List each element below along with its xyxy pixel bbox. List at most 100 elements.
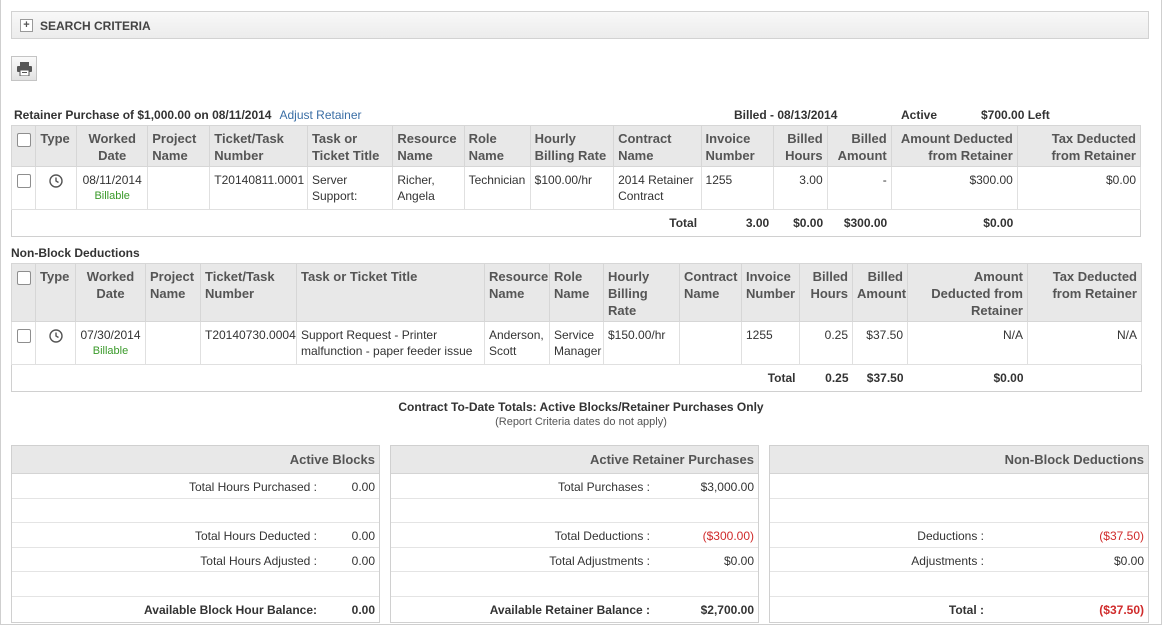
row-checkbox[interactable] [16, 328, 31, 343]
col-contract-name[interactable]: Contract Name [679, 263, 742, 322]
ticket-number-cell[interactable]: T20140811.0001 [209, 166, 308, 210]
col-resource-name[interactable]: Resource Name [392, 125, 465, 167]
col-tax-deducted[interactable]: Tax Deducted from Retainer [1027, 263, 1142, 322]
hours-adjusted-label: Total Hours Adjusted : [200, 553, 317, 568]
select-all-cell[interactable] [11, 263, 36, 322]
select-all-cell[interactable] [10, 125, 37, 167]
panel-row: Total Deductions : ($300.00) [391, 523, 758, 548]
col-billed-amount[interactable]: Billed Amount [852, 263, 908, 322]
printer-icon [17, 62, 32, 76]
col-task-title[interactable]: Task or Ticket Title [306, 125, 394, 167]
hours-deducted-label: Total Hours Deducted : [194, 529, 317, 543]
col-ticket-number[interactable]: Ticket/Task Number [200, 263, 297, 322]
retainer-title: Retainer Purchase of $1,000.00 on 08/11/… [14, 108, 362, 122]
col-project-name[interactable]: Project Name [145, 263, 201, 322]
ticket-number-cell[interactable]: T20140730.0004 [200, 321, 297, 365]
print-button[interactable] [11, 56, 37, 81]
nonblock-total-value: ($37.50) [1099, 602, 1144, 617]
search-criteria-title[interactable]: SEARCH CRITERIA [40, 19, 151, 33]
search-criteria-bar[interactable]: + SEARCH CRITERIA [11, 11, 1149, 39]
table-row: 07/30/2014 Billable T20140730.0004 Suppor… [11, 321, 1142, 365]
expand-icon[interactable]: + [20, 19, 33, 32]
table-row: 08/11/2014 Billable T20140811.0001 Server… [10, 166, 1142, 210]
total-deductions-label: Total Deductions : [554, 529, 650, 543]
panel-row-empty [12, 572, 379, 597]
col-task-title[interactable]: Task or Ticket Title [296, 263, 485, 322]
panel-row: Total Hours Purchased : 0.00 [12, 474, 379, 499]
col-invoice-number[interactable]: Invoice Number [700, 125, 774, 167]
retainer-balance-value: $2,700.00 [700, 602, 754, 617]
row-select-cell[interactable] [10, 166, 37, 210]
col-hourly-rate[interactable]: Hourly Billing Rate [603, 263, 680, 322]
task-title-cell: Support Request - Printer malfunction - … [296, 321, 485, 365]
col-ticket-number[interactable]: Ticket/Task Number [209, 125, 308, 167]
col-worked-date[interactable]: Worked Date [75, 263, 146, 322]
total-purchases-label: Total Purchases : [557, 480, 650, 494]
contract-cell [679, 321, 742, 365]
tax-deducted-cell: $0.00 [1016, 166, 1142, 210]
nonblock-totals-panel: Non-Block Deductions Deductions : ($37.5… [769, 445, 1149, 623]
retainer-purchases-panel: Active Retainer Purchases Total Purchase… [390, 445, 759, 623]
panel-row-empty [391, 572, 758, 597]
nonblock-table: Type Worked Date Project Name Ticket/Tas… [11, 263, 1142, 392]
worked-date: 08/11/2014 [82, 173, 142, 187]
select-all-checkbox[interactable] [16, 132, 31, 147]
col-type[interactable]: Type [35, 125, 78, 167]
invoice-cell: 1255 [741, 321, 800, 365]
total-label: Total [11, 209, 702, 237]
active-blocks-header: Active Blocks [12, 446, 379, 474]
retainer-purchases-header: Active Retainer Purchases [391, 446, 758, 474]
col-amount-deducted[interactable]: Amount Deducted from Retainer [890, 125, 1018, 167]
row-checkbox[interactable] [16, 173, 31, 188]
total-tax: $0.00 [891, 209, 1018, 237]
billable-label: Billable [92, 345, 129, 357]
block-balance-value: 0.00 [351, 602, 375, 617]
col-type[interactable]: Type [35, 263, 76, 322]
adjustments-label: Adjustments : [911, 553, 984, 568]
panel-row: Total : ($37.50) [770, 597, 1148, 622]
invoice-cell: 1255 [700, 166, 774, 210]
total-deducted: $0.00 [907, 364, 1028, 392]
col-resource-name[interactable]: Resource Name [484, 263, 550, 322]
col-role-name[interactable]: Role Name [463, 125, 531, 167]
contract-cell: 2014 Retainer Contract [613, 166, 702, 210]
adjust-retainer-link[interactable]: Adjust Retainer [279, 108, 361, 122]
col-worked-date[interactable]: Worked Date [76, 125, 149, 167]
col-contract-name[interactable]: Contract Name [613, 125, 702, 167]
total-adjustments-label: Total Adjustments : [549, 553, 650, 568]
row-select-cell[interactable] [11, 321, 36, 365]
hours-deducted-value: 0.00 [351, 529, 375, 543]
col-tax-deducted[interactable]: Tax Deducted from Retainer [1016, 125, 1142, 167]
total-tax-empty [1027, 364, 1142, 392]
total-deductions-value: ($300.00) [702, 529, 754, 543]
retainer-table: Type Worked Date Project Name Ticket/Tas… [10, 125, 1142, 237]
panel-row-empty [391, 499, 758, 523]
role-cell: Technician [463, 166, 531, 210]
panel-row-empty [770, 572, 1148, 597]
worked-date: 07/30/2014 [80, 328, 141, 342]
col-hourly-rate[interactable]: Hourly Billing Rate [529, 125, 615, 167]
retainer-status: Active [901, 108, 938, 122]
total-hours: 0.25 [799, 364, 853, 392]
col-project-name[interactable]: Project Name [147, 125, 211, 167]
amount-deducted-cell: $300.00 [890, 166, 1018, 210]
panel-row: Total Hours Deducted : 0.00 [12, 523, 379, 548]
select-all-checkbox[interactable] [16, 270, 31, 285]
col-amount-deducted[interactable]: Amount Deducted from Retainer [907, 263, 1028, 322]
col-role-name[interactable]: Role Name [549, 263, 604, 322]
col-billed-hours[interactable]: Billed Hours [772, 125, 828, 167]
panel-row-empty [12, 499, 379, 523]
total-amount: $37.50 [852, 364, 908, 392]
col-billed-amount[interactable]: Billed Amount [826, 125, 892, 167]
worked-date-cell: 07/30/2014 Billable [75, 321, 146, 365]
contract-totals-subtitle: (Report Criteria dates do not apply) [495, 416, 667, 428]
tax-deducted-cell: N/A [1027, 321, 1142, 365]
col-invoice-number[interactable]: Invoice Number [741, 263, 800, 322]
col-billed-hours[interactable]: Billed Hours [799, 263, 853, 322]
retainer-balance-label: Available Retainer Balance : [489, 602, 650, 617]
total-label: Total [11, 364, 800, 392]
total-row: Total 0.25 $37.50 $0.00 [11, 364, 1142, 392]
task-title-cell: Server Support: [306, 166, 394, 210]
rate-cell: $100.00/hr [529, 166, 615, 210]
billable-label: Billable [94, 190, 130, 202]
